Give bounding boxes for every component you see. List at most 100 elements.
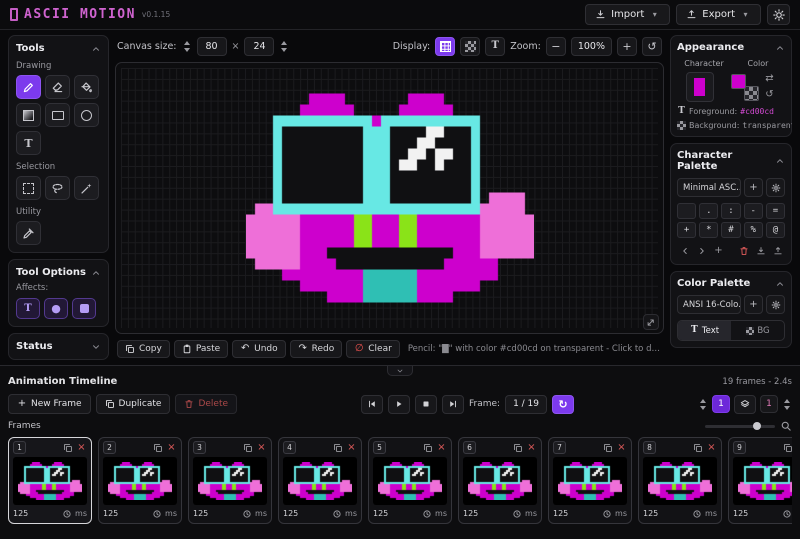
tool-gradient-fill[interactable] <box>16 103 41 127</box>
copy-button[interactable]: Copy <box>117 340 170 358</box>
swap-colors-button[interactable]: ⇄ <box>763 73 777 86</box>
drawing-canvas[interactable]: ↔ <box>115 62 664 334</box>
duplicate-frame-icon[interactable] <box>422 442 433 453</box>
frame-duration-button[interactable] <box>511 508 522 519</box>
tool-eyedropper[interactable] <box>16 221 41 245</box>
color-preset-select[interactable]: ANSI 16-Colo... ▾ <box>677 295 741 314</box>
clear-button[interactable]: ∅Clear <box>346 340 400 358</box>
frame-card[interactable]: 9×125ms <box>728 437 792 524</box>
palette-character-button[interactable]: % <box>744 222 763 238</box>
onion-next-count[interactable]: 1 <box>760 395 778 413</box>
canvas-height-stepper[interactable] <box>279 41 289 52</box>
duplicate-frame-button[interactable]: Duplicate <box>96 394 171 414</box>
duplicate-frame-icon[interactable] <box>242 442 253 453</box>
palette-export-button[interactable] <box>770 244 785 258</box>
zoom-in-button[interactable]: + <box>617 37 637 56</box>
canvas-width-value[interactable]: 80 <box>197 37 227 56</box>
palette-character-button[interactable]: * <box>699 222 718 238</box>
onion-prev-count[interactable]: 1 <box>712 395 730 413</box>
export-button[interactable]: Export ▾ <box>676 4 761 25</box>
text-color-tab[interactable]: T Text <box>678 321 731 340</box>
thumbnail-size-slider[interactable] <box>705 421 775 431</box>
chevron-up-icon[interactable] <box>91 268 101 278</box>
palette-character-button[interactable] <box>677 203 696 219</box>
delete-frame-icon[interactable]: × <box>436 442 447 453</box>
palette-add-button[interactable]: + <box>711 244 726 258</box>
onion-skin-button[interactable] <box>734 395 756 414</box>
frame-card[interactable]: 6×125ms <box>458 437 542 524</box>
canvas-width-stepper[interactable] <box>182 41 192 52</box>
character-preset-select[interactable]: Minimal ASC... ▾ <box>677 178 741 197</box>
affects-bg-color-chip[interactable] <box>72 298 96 319</box>
onion-prev-stepper[interactable] <box>698 399 708 410</box>
timeline-collapse-button[interactable] <box>387 366 413 376</box>
delete-frame-icon[interactable]: × <box>346 442 357 453</box>
stop-button[interactable] <box>415 395 437 414</box>
duplicate-frame-icon[interactable] <box>332 442 343 453</box>
frame-card[interactable]: 3×125ms <box>188 437 272 524</box>
tool-eraser[interactable] <box>45 75 70 99</box>
tool-lasso[interactable] <box>45 176 70 200</box>
display-text-toggle[interactable]: T <box>485 37 505 56</box>
palette-character-button[interactable]: + <box>677 222 696 238</box>
last-frame-button[interactable] <box>442 395 464 414</box>
delete-frame-icon[interactable]: × <box>616 442 627 453</box>
step-up-icon[interactable] <box>700 399 706 403</box>
step-up-icon[interactable] <box>281 41 287 45</box>
palette-prev-button[interactable] <box>677 244 692 258</box>
delete-frame-icon[interactable]: × <box>706 442 717 453</box>
character-preview-button[interactable] <box>686 72 714 102</box>
frame-duration-button[interactable] <box>421 508 432 519</box>
canvas-artwork[interactable] <box>246 94 534 303</box>
paste-button[interactable]: Paste <box>174 340 228 358</box>
tool-paint-bucket[interactable] <box>74 75 99 99</box>
palette-character-button[interactable]: . <box>699 203 718 219</box>
affects-text-color-chip[interactable]: ● <box>44 298 68 319</box>
new-frame-button[interactable]: +New Frame <box>8 394 91 414</box>
chevron-up-icon[interactable] <box>91 44 101 54</box>
canvas-resize-handle[interactable]: ↔ <box>643 314 659 330</box>
palette-character-button[interactable]: = <box>766 203 785 219</box>
duplicate-frame-icon[interactable] <box>602 442 613 453</box>
delete-frame-icon[interactable]: × <box>526 442 537 453</box>
duplicate-frame-icon[interactable] <box>62 442 73 453</box>
tool-magic-wand[interactable] <box>74 176 99 200</box>
zoom-reset-button[interactable]: ↺ <box>642 37 662 56</box>
duplicate-frame-icon[interactable] <box>782 442 792 453</box>
foreground-swatch[interactable] <box>731 74 746 89</box>
palette-character-button[interactable]: @ <box>766 222 785 238</box>
character-palette-settings-button[interactable] <box>766 178 785 197</box>
tool-text[interactable]: T <box>16 131 41 155</box>
frame-card[interactable]: 2×125ms <box>98 437 182 524</box>
duplicate-frame-icon[interactable] <box>152 442 163 453</box>
first-frame-button[interactable] <box>361 395 383 414</box>
step-down-icon[interactable] <box>700 406 706 410</box>
delete-frame-icon[interactable]: × <box>166 442 177 453</box>
chevron-up-icon[interactable] <box>775 43 785 53</box>
frame-duration-button[interactable] <box>601 508 612 519</box>
step-up-icon[interactable] <box>184 41 190 45</box>
step-down-icon[interactable] <box>184 48 190 52</box>
loop-toggle-button[interactable]: ↻ <box>552 395 574 414</box>
affects-character-chip[interactable]: T <box>16 298 40 319</box>
palette-character-button[interactable]: : <box>721 203 740 219</box>
onion-next-stepper[interactable] <box>782 399 792 410</box>
step-down-icon[interactable] <box>281 48 287 52</box>
palette-import-button[interactable] <box>753 244 768 258</box>
frame-card[interactable]: 5×125ms <box>368 437 452 524</box>
palette-next-button[interactable] <box>694 244 709 258</box>
frame-duration-button[interactable] <box>331 508 342 519</box>
tool-rectangle[interactable] <box>45 103 70 127</box>
zoom-out-button[interactable]: − <box>546 37 566 56</box>
delete-frame-icon[interactable]: × <box>256 442 267 453</box>
chevron-up-icon[interactable] <box>775 156 785 166</box>
slider-thumb[interactable] <box>753 422 761 430</box>
frame-duration-button[interactable] <box>241 508 252 519</box>
undo-button[interactable]: ↶Undo <box>232 340 286 358</box>
frame-duration-button[interactable] <box>151 508 162 519</box>
delete-frame-icon[interactable]: × <box>76 442 87 453</box>
chevron-up-icon[interactable] <box>775 279 785 289</box>
redo-button[interactable]: ↷Redo <box>290 340 343 358</box>
color-palette-settings-button[interactable] <box>766 295 785 314</box>
add-color-button[interactable]: + <box>744 295 763 314</box>
